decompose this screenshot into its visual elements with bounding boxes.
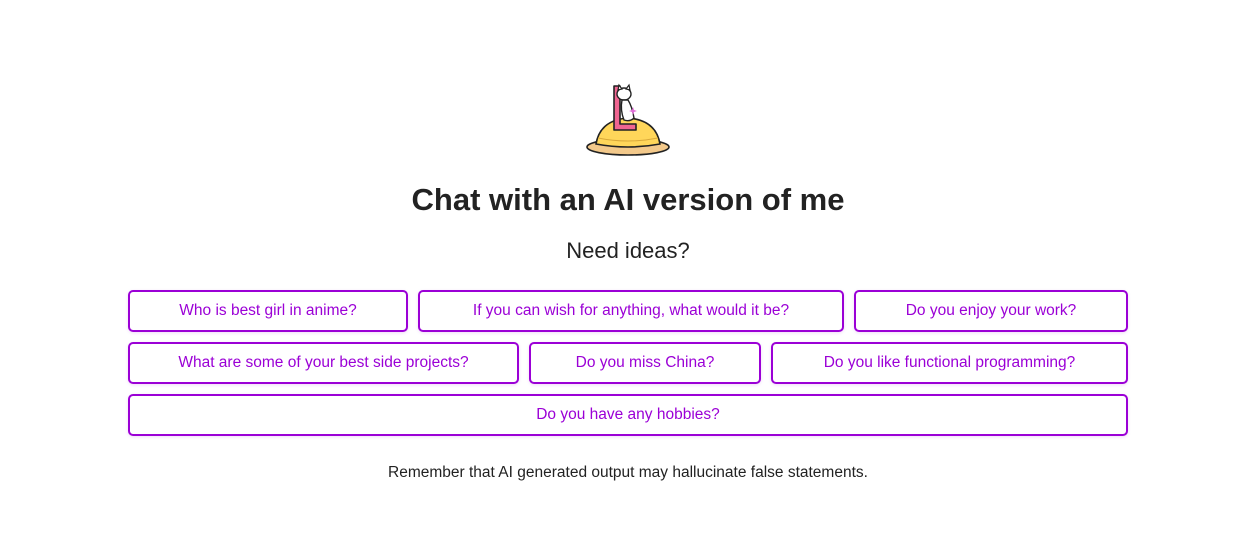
suggestion-button-functional-programming[interactable]: Do you like functional programming? — [771, 342, 1128, 384]
suggestion-button-side-projects[interactable]: What are some of your best side projects… — [128, 342, 519, 384]
suggestion-button-wish[interactable]: If you can wish for anything, what would… — [418, 290, 844, 332]
suggestion-row: Who is best girl in anime? If you can wi… — [128, 290, 1128, 332]
suggestion-button-best-girl[interactable]: Who is best girl in anime? — [128, 290, 408, 332]
suggestion-row: What are some of your best side projects… — [128, 342, 1128, 384]
page-title: Chat with an AI version of me — [411, 182, 845, 217]
suggestion-button-hobbies[interactable]: Do you have any hobbies? — [128, 394, 1128, 436]
suggestions-heading: Need ideas? — [566, 238, 690, 263]
ai-disclaimer: Remember that AI generated output may ha… — [388, 464, 868, 481]
suggestion-button-miss-china[interactable]: Do you miss China? — [529, 342, 761, 384]
chat-landing-page: Chat with an AI version of me Need ideas… — [0, 0, 1256, 535]
cat-on-hat-logo-icon — [584, 80, 672, 158]
suggestion-button-enjoy-work[interactable]: Do you enjoy your work? — [854, 290, 1128, 332]
suggestion-row: Do you have any hobbies? — [128, 394, 1128, 436]
